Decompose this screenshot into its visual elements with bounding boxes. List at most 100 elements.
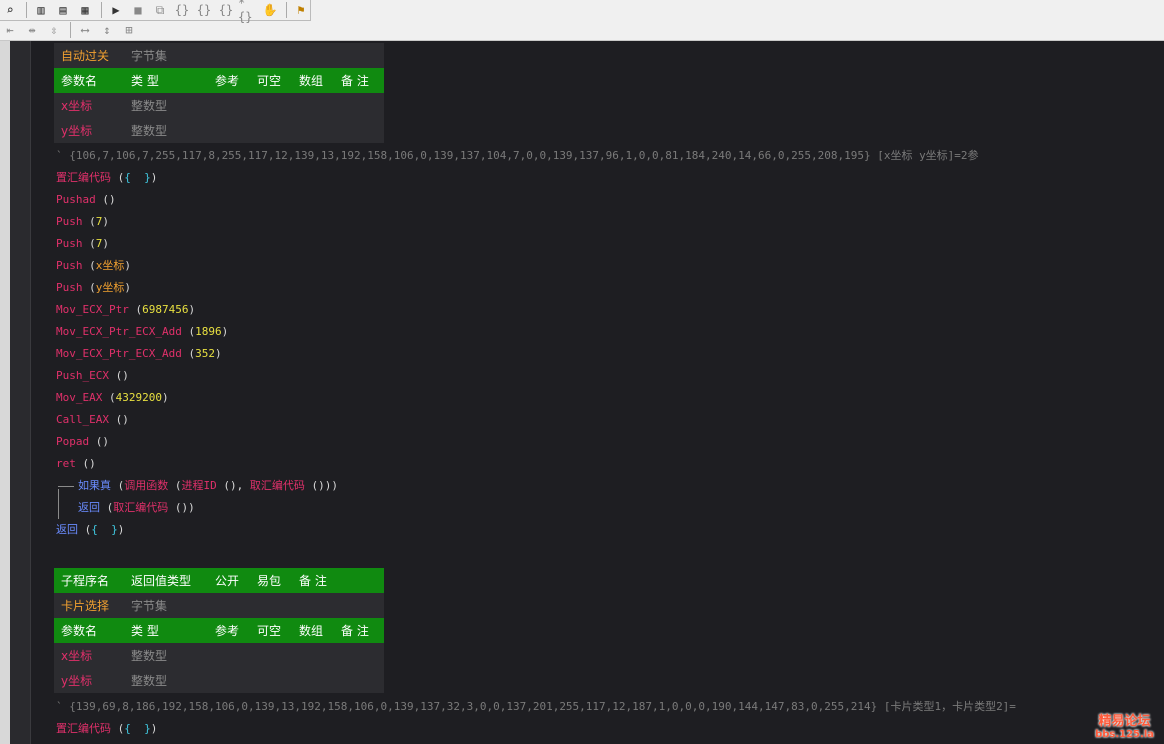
subroutine-name: 卡片选择 — [61, 599, 110, 613]
toolbar-row-1: ⌕ ▥ ▤ ▦ ▶ ■ ⧉ {} {} {} *{} ✋ ⚑ — [0, 0, 313, 24]
subroutine-name: 自动过关 — [61, 49, 110, 63]
function-name: Push — [56, 237, 83, 250]
subroutine-row[interactable]: 自动过关 字节集 — [54, 43, 384, 68]
param-type: 整数型 — [131, 674, 168, 688]
number-arg: 4329200 — [115, 391, 162, 404]
code-editor[interactable]: 自动过关 字节集 参数名 类 型 参考 可空 数组 备 注 x坐标 整数型 y坐… — [31, 41, 1164, 744]
subroutine-table-2: 子程序名 返回值类型 公开 易包 备 注 卡片选择 字节集 参数名 类 型 参考… — [54, 568, 384, 693]
header-package: 易包 — [257, 574, 282, 588]
header-note: 备 注 — [299, 574, 327, 588]
param-row[interactable]: x坐标 整数型 — [54, 93, 384, 118]
param-row[interactable]: x坐标 整数型 — [54, 643, 384, 668]
code-line[interactable]: Popad () — [56, 431, 109, 453]
function-name: Push_ECX — [56, 369, 109, 382]
flow-line — [58, 486, 74, 487]
number-arg: 1896 — [195, 325, 222, 338]
code-comment[interactable]: ` {139,69,8,186,192,158,106,0,139,13,192… — [56, 696, 1016, 718]
return-keyword: 返回 — [56, 523, 78, 536]
function-name: Mov_ECX_Ptr_ECX_Add — [56, 325, 182, 338]
subroutine-header-row: 子程序名 返回值类型 公开 易包 备 注 — [54, 568, 384, 593]
param-type: 整数型 — [131, 124, 168, 138]
toolbar: ⌕ ▥ ▤ ▦ ▶ ■ ⧉ {} {} {} *{} ✋ ⚑ ⇤ ⇹ ⇳ ⟷ ↕… — [0, 0, 1164, 41]
function-name: Mov_EAX — [56, 391, 103, 404]
code-comment[interactable]: ` {106,7,106,7,255,117,8,255,117,12,139,… — [56, 145, 979, 167]
step-over-icon[interactable]: {} — [194, 1, 214, 19]
function-name: Popad — [56, 435, 90, 448]
code-line[interactable]: 置汇编代码 ({ }) — [56, 718, 157, 740]
subroutine-return-type: 字节集 — [131, 49, 168, 63]
param-name: x坐标 — [61, 99, 93, 113]
param-header-row: 参数名 类 型 参考 可空 数组 备 注 — [54, 68, 384, 93]
layout-rows-icon[interactable]: ▤ — [53, 1, 73, 19]
variable-arg: x坐标 — [95, 259, 125, 272]
toolbar-separator — [286, 2, 287, 18]
left-margin — [0, 41, 10, 744]
param-header-row: 参数名 类 型 参考 可空 数组 备 注 — [54, 618, 384, 643]
function-name: Push — [56, 259, 83, 272]
find-icon[interactable]: ⚑ — [291, 1, 311, 19]
param-type: 整数型 — [131, 649, 168, 663]
header-note: 备 注 — [341, 624, 369, 638]
hand-icon[interactable]: ✋ — [260, 1, 280, 19]
number-arg: 352 — [195, 347, 215, 360]
process-id-call: 进程ID — [181, 479, 217, 492]
watermark-line-2: bbs.125.la — [1095, 729, 1154, 740]
align-center-icon[interactable]: ⇹ — [22, 21, 42, 39]
header-type: 类 型 — [131, 74, 159, 88]
layout-split-icon[interactable]: ▥ — [31, 1, 51, 19]
header-param-name: 参数名 — [61, 74, 98, 88]
code-line[interactable]: Push (7) — [56, 233, 109, 255]
stop-icon[interactable]: ■ — [128, 1, 148, 19]
get-asm-call: 取汇编代码 — [113, 501, 169, 514]
code-line[interactable]: Push (y坐标) — [56, 277, 131, 299]
code-line[interactable]: Mov_ECX_Ptr (6987456) — [56, 299, 195, 321]
code-line[interactable]: 置汇编代码 ({ }) — [56, 167, 157, 189]
get-asm-call: 取汇编代码 — [249, 479, 305, 492]
function-name: Call_EAX — [56, 413, 109, 426]
number-arg: 6987456 — [142, 303, 189, 316]
code-line[interactable]: ret () — [56, 453, 96, 475]
function-name: ret — [56, 457, 76, 470]
width-icon[interactable]: ⟷ — [75, 21, 95, 39]
header-array: 数组 — [299, 624, 324, 638]
code-line[interactable]: Push_ECX () — [56, 365, 129, 387]
breakpoint-icon[interactable]: *{} — [238, 0, 258, 24]
size-icon[interactable]: ⊞ — [119, 21, 139, 39]
code-line-return[interactable]: 返回 (取汇编代码 ()) — [78, 497, 195, 519]
subroutine-row[interactable]: 卡片选择 字节集 — [54, 593, 384, 618]
subroutine-table-1: 自动过关 字节集 参数名 类 型 参考 可空 数组 备 注 x坐标 整数型 y坐… — [54, 43, 384, 143]
function-name: Mov_ECX_Ptr_ECX_Add — [56, 347, 182, 360]
header-return-type: 返回值类型 — [131, 574, 192, 588]
function-name: 置汇编代码 — [56, 722, 111, 735]
param-type: 整数型 — [131, 99, 168, 113]
step-out-icon[interactable]: {} — [216, 1, 236, 19]
header-type: 类 型 — [131, 624, 159, 638]
param-name: y坐标 — [61, 674, 93, 688]
layout-grid-icon[interactable]: ▦ — [75, 1, 95, 19]
code-line[interactable]: Mov_ECX_Ptr_ECX_Add (352) — [56, 343, 222, 365]
height-icon[interactable]: ↕ — [97, 21, 117, 39]
align-vert-icon[interactable]: ⇳ — [44, 21, 64, 39]
zoom-icon[interactable]: ⌕ — [0, 1, 20, 19]
function-name: 置汇编代码 — [56, 171, 111, 184]
step-into-icon[interactable]: {} — [172, 1, 192, 19]
param-name: y坐标 — [61, 124, 93, 138]
code-line-final-return[interactable]: 返回 ({ }) — [56, 519, 124, 541]
param-row[interactable]: y坐标 整数型 — [54, 668, 384, 693]
toolbar-separator — [26, 2, 27, 18]
header-ref: 参考 — [215, 624, 240, 638]
param-row[interactable]: y坐标 整数型 — [54, 118, 384, 143]
code-line[interactable]: Push (x坐标) — [56, 255, 131, 277]
code-line[interactable]: Pushad () — [56, 189, 116, 211]
run-icon[interactable]: ▶ — [106, 1, 126, 19]
code-line[interactable]: Call_EAX () — [56, 409, 129, 431]
code-line[interactable]: Push (7) — [56, 211, 109, 233]
code-line[interactable]: Mov_ECX_Ptr_ECX_Add (1896) — [56, 321, 228, 343]
flow-line — [58, 489, 59, 519]
toolbar-separator — [101, 2, 102, 18]
code-line-if[interactable]: 如果真 (调用函数 (进程ID (), 取汇编代码 ())) — [78, 475, 338, 497]
step-icon[interactable]: ⧉ — [150, 1, 170, 19]
header-nullable: 可空 — [257, 624, 282, 638]
align-left-icon[interactable]: ⇤ — [0, 21, 20, 39]
code-line[interactable]: Mov_EAX (4329200) — [56, 387, 169, 409]
